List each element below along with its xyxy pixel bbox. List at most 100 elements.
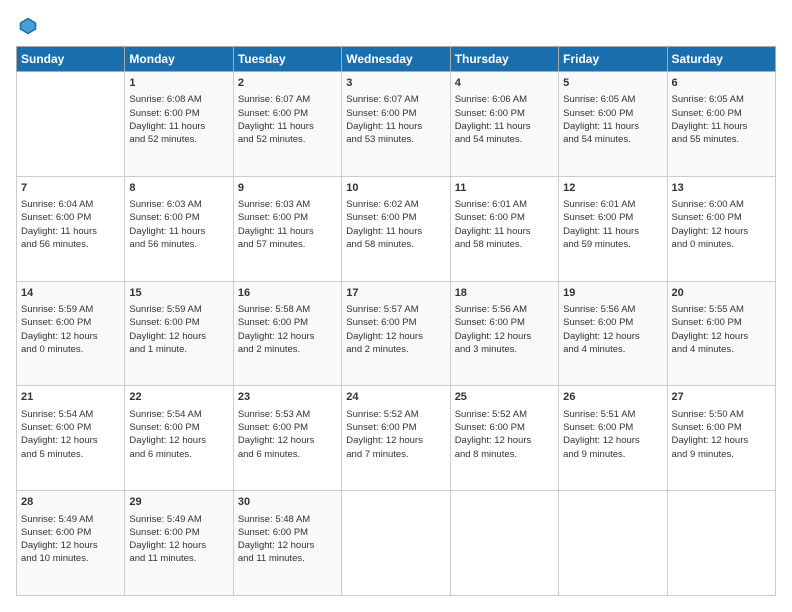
calendar-cell: 9 Sunrise: 6:03 AM Sunset: 6:00 PM Daylig… bbox=[233, 176, 341, 281]
calendar-cell: 13 Sunrise: 6:00 AM Sunset: 6:00 PM Dayli… bbox=[667, 176, 775, 281]
day-info: Sunrise: 5:48 AM Sunset: 6:00 PM Dayligh… bbox=[238, 513, 337, 566]
day-info: Sunrise: 5:56 AM Sunset: 6:00 PM Dayligh… bbox=[563, 303, 662, 356]
calendar-cell: 28 Sunrise: 5:49 AM Sunset: 6:00 PM Dayli… bbox=[17, 491, 125, 596]
day-number: 28 bbox=[21, 495, 120, 510]
calendar-cell: 26 Sunrise: 5:51 AM Sunset: 6:00 PM Dayli… bbox=[559, 386, 667, 491]
calendar-cell: 8 Sunrise: 6:03 AM Sunset: 6:00 PM Daylig… bbox=[125, 176, 233, 281]
day-number: 14 bbox=[21, 286, 120, 301]
day-info: Sunrise: 5:53 AM Sunset: 6:00 PM Dayligh… bbox=[238, 408, 337, 461]
day-number: 3 bbox=[346, 76, 445, 91]
day-info: Sunrise: 5:54 AM Sunset: 6:00 PM Dayligh… bbox=[129, 408, 228, 461]
page: SundayMondayTuesdayWednesdayThursdayFrid… bbox=[0, 0, 792, 612]
day-info: Sunrise: 5:49 AM Sunset: 6:00 PM Dayligh… bbox=[129, 513, 228, 566]
calendar-cell: 2 Sunrise: 6:07 AM Sunset: 6:00 PM Daylig… bbox=[233, 72, 341, 177]
day-info: Sunrise: 5:59 AM Sunset: 6:00 PM Dayligh… bbox=[21, 303, 120, 356]
day-number: 10 bbox=[346, 181, 445, 196]
day-number: 18 bbox=[455, 286, 554, 301]
calendar-cell: 1 Sunrise: 6:08 AM Sunset: 6:00 PM Daylig… bbox=[125, 72, 233, 177]
day-info: Sunrise: 5:52 AM Sunset: 6:00 PM Dayligh… bbox=[455, 408, 554, 461]
day-of-week-header: Saturday bbox=[667, 47, 775, 72]
day-number: 15 bbox=[129, 286, 228, 301]
calendar-cell bbox=[342, 491, 450, 596]
calendar-cell: 17 Sunrise: 5:57 AM Sunset: 6:00 PM Dayli… bbox=[342, 281, 450, 386]
calendar-cell: 12Sunrise: 6:01 AM Sunset: 6:00 PM Dayli… bbox=[559, 176, 667, 281]
calendar-cell bbox=[559, 491, 667, 596]
day-number: 27 bbox=[672, 390, 771, 405]
calendar-cell: 27Sunrise: 5:50 AM Sunset: 6:00 PM Dayli… bbox=[667, 386, 775, 491]
calendar-week-row: 1 Sunrise: 6:08 AM Sunset: 6:00 PM Daylig… bbox=[17, 72, 776, 177]
day-number: 20 bbox=[672, 286, 771, 301]
calendar-cell: 25 Sunrise: 5:52 AM Sunset: 6:00 PM Dayli… bbox=[450, 386, 558, 491]
calendar-cell: 6 Sunrise: 6:05 AM Sunset: 6:00 PM Daylig… bbox=[667, 72, 775, 177]
day-number: 9 bbox=[238, 181, 337, 196]
day-info: Sunrise: 6:04 AM Sunset: 6:00 PM Dayligh… bbox=[21, 198, 120, 251]
day-info: Sunrise: 6:05 AM Sunset: 6:00 PM Dayligh… bbox=[563, 93, 662, 146]
day-number: 16 bbox=[238, 286, 337, 301]
calendar-cell: 18 Sunrise: 5:56 AM Sunset: 6:00 PM Dayli… bbox=[450, 281, 558, 386]
day-number: 2 bbox=[238, 76, 337, 91]
day-of-week-header: Wednesday bbox=[342, 47, 450, 72]
day-number: 25 bbox=[455, 390, 554, 405]
day-info: Sunrise: 6:07 AM Sunset: 6:00 PM Dayligh… bbox=[346, 93, 445, 146]
day-number: 17 bbox=[346, 286, 445, 301]
calendar-cell: 7 Sunrise: 6:04 AM Sunset: 6:00 PM Daylig… bbox=[17, 176, 125, 281]
calendar-cell: 23Sunrise: 5:53 AM Sunset: 6:00 PM Dayli… bbox=[233, 386, 341, 491]
day-info: Sunrise: 6:07 AM Sunset: 6:00 PM Dayligh… bbox=[238, 93, 337, 146]
day-info: Sunrise: 5:51 AM Sunset: 6:00 PM Dayligh… bbox=[563, 408, 662, 461]
calendar-cell: 4 Sunrise: 6:06 AM Sunset: 6:00 PM Daylig… bbox=[450, 72, 558, 177]
day-number: 24 bbox=[346, 390, 445, 405]
day-number: 13 bbox=[672, 181, 771, 196]
calendar-cell: 30 Sunrise: 5:48 AM Sunset: 6:00 PM Dayli… bbox=[233, 491, 341, 596]
calendar-week-row: 28 Sunrise: 5:49 AM Sunset: 6:00 PM Dayli… bbox=[17, 491, 776, 596]
day-info: Sunrise: 6:06 AM Sunset: 6:00 PM Dayligh… bbox=[455, 93, 554, 146]
day-info: Sunrise: 6:03 AM Sunset: 6:00 PM Dayligh… bbox=[238, 198, 337, 251]
calendar-cell: 24 Sunrise: 5:52 AM Sunset: 6:00 PM Dayli… bbox=[342, 386, 450, 491]
day-info: Sunrise: 5:55 AM Sunset: 6:00 PM Dayligh… bbox=[672, 303, 771, 356]
day-number: 26 bbox=[563, 390, 662, 405]
day-info: Sunrise: 5:56 AM Sunset: 6:00 PM Dayligh… bbox=[455, 303, 554, 356]
day-number: 1 bbox=[129, 76, 228, 91]
day-number: 7 bbox=[21, 181, 120, 196]
day-of-week-header: Thursday bbox=[450, 47, 558, 72]
calendar-week-row: 14 Sunrise: 5:59 AM Sunset: 6:00 PM Dayli… bbox=[17, 281, 776, 386]
day-number: 6 bbox=[672, 76, 771, 91]
day-info: Sunrise: 6:05 AM Sunset: 6:00 PM Dayligh… bbox=[672, 93, 771, 146]
day-number: 4 bbox=[455, 76, 554, 91]
logo-icon bbox=[18, 16, 38, 36]
day-of-week-header: Sunday bbox=[17, 47, 125, 72]
day-number: 11 bbox=[455, 181, 554, 196]
day-info: Sunrise: 5:57 AM Sunset: 6:00 PM Dayligh… bbox=[346, 303, 445, 356]
calendar-body: 1 Sunrise: 6:08 AM Sunset: 6:00 PM Daylig… bbox=[17, 72, 776, 596]
day-info: Sunrise: 6:00 AM Sunset: 6:00 PM Dayligh… bbox=[672, 198, 771, 251]
day-number: 30 bbox=[238, 495, 337, 510]
calendar-cell: 20 Sunrise: 5:55 AM Sunset: 6:00 PM Dayli… bbox=[667, 281, 775, 386]
day-number: 21 bbox=[21, 390, 120, 405]
calendar-cell bbox=[450, 491, 558, 596]
calendar-cell bbox=[17, 72, 125, 177]
day-info: Sunrise: 5:58 AM Sunset: 6:00 PM Dayligh… bbox=[238, 303, 337, 356]
calendar-cell: 29 Sunrise: 5:49 AM Sunset: 6:00 PM Dayli… bbox=[125, 491, 233, 596]
day-info: Sunrise: 6:08 AM Sunset: 6:00 PM Dayligh… bbox=[129, 93, 228, 146]
day-info: Sunrise: 5:49 AM Sunset: 6:00 PM Dayligh… bbox=[21, 513, 120, 566]
calendar-week-row: 7 Sunrise: 6:04 AM Sunset: 6:00 PM Daylig… bbox=[17, 176, 776, 281]
day-info: Sunrise: 6:03 AM Sunset: 6:00 PM Dayligh… bbox=[129, 198, 228, 251]
calendar-table: SundayMondayTuesdayWednesdayThursdayFrid… bbox=[16, 46, 776, 596]
calendar-cell: 16 Sunrise: 5:58 AM Sunset: 6:00 PM Dayli… bbox=[233, 281, 341, 386]
calendar-week-row: 21 Sunrise: 5:54 AM Sunset: 6:00 PM Dayli… bbox=[17, 386, 776, 491]
day-number: 19 bbox=[563, 286, 662, 301]
day-info: Sunrise: 5:52 AM Sunset: 6:00 PM Dayligh… bbox=[346, 408, 445, 461]
calendar-cell: 19 Sunrise: 5:56 AM Sunset: 6:00 PM Dayli… bbox=[559, 281, 667, 386]
calendar-cell: 22Sunrise: 5:54 AM Sunset: 6:00 PM Dayli… bbox=[125, 386, 233, 491]
calendar-cell: 14 Sunrise: 5:59 AM Sunset: 6:00 PM Dayli… bbox=[17, 281, 125, 386]
calendar-cell bbox=[667, 491, 775, 596]
day-of-week-header: Friday bbox=[559, 47, 667, 72]
day-number: 8 bbox=[129, 181, 228, 196]
calendar-cell: 15Sunrise: 5:59 AM Sunset: 6:00 PM Dayli… bbox=[125, 281, 233, 386]
calendar-cell: 3 Sunrise: 6:07 AM Sunset: 6:00 PM Daylig… bbox=[342, 72, 450, 177]
day-number: 29 bbox=[129, 495, 228, 510]
logo bbox=[16, 16, 38, 36]
calendar-cell: 11Sunrise: 6:01 AM Sunset: 6:00 PM Dayli… bbox=[450, 176, 558, 281]
day-of-week-header: Tuesday bbox=[233, 47, 341, 72]
day-number: 5 bbox=[563, 76, 662, 91]
day-number: 12 bbox=[563, 181, 662, 196]
